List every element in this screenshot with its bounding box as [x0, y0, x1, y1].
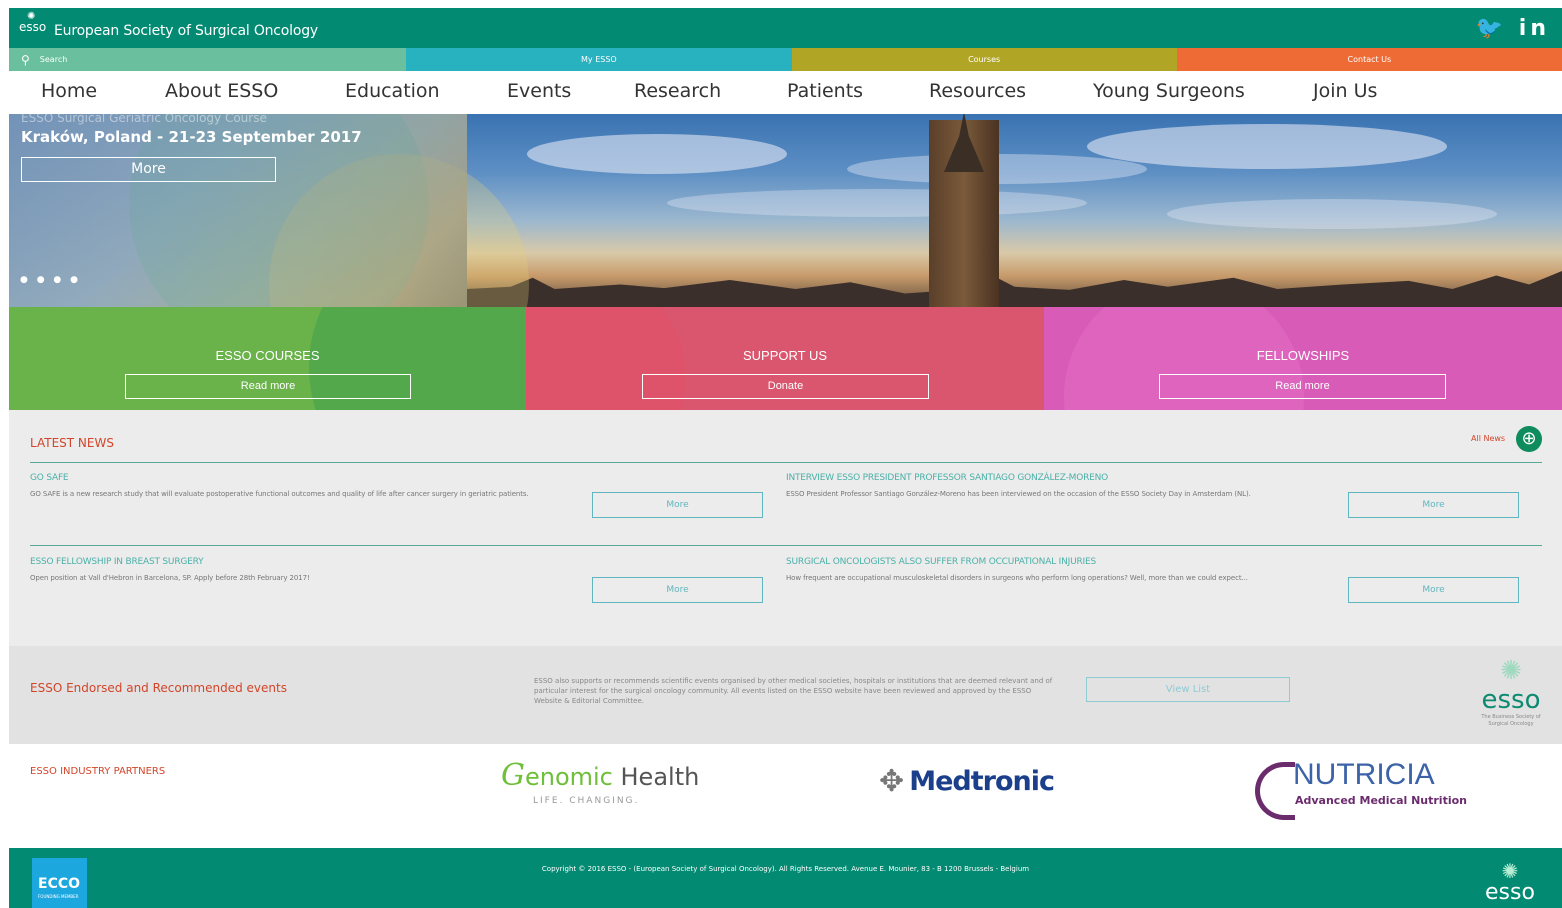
globe-icon[interactable]: ⊕ — [1516, 426, 1542, 452]
latest-news: LATEST NEWS All News ⊕ GO SAFE GO SAFE i… — [9, 410, 1562, 646]
genomic-tagline: LIFE. CHANGING. — [533, 796, 640, 806]
nutricia-c-icon — [1255, 762, 1295, 820]
news-more-button[interactable]: More — [1348, 492, 1519, 518]
endorsed-events: ESSO Endorsed and Recommended events ESS… — [9, 646, 1562, 744]
nav-about[interactable]: About ESSO — [165, 80, 278, 102]
nav-home[interactable]: Home — [41, 80, 97, 102]
courses-link[interactable]: Courses — [791, 48, 1177, 71]
main-nav: Home About ESSO Education Events Researc… — [9, 71, 1562, 114]
utility-bar: ⚲ Search My ESSO Courses Contact Us — [9, 48, 1562, 71]
news-title[interactable]: ESSO FELLOWSHIP IN BREAST SURGERY — [30, 557, 570, 567]
promo-row: ESSO COURSES Read more SUPPORT US Donate… — [9, 307, 1562, 410]
events-description: ESSO also supports or recommends scienti… — [534, 677, 1053, 705]
fellowships-read-more-button[interactable]: Read more — [1159, 374, 1446, 399]
courses-read-more-button[interactable]: Read more — [125, 374, 411, 399]
genomic-health-logo[interactable]: Genomic Health LIFE. CHANGING. — [501, 758, 700, 806]
industry-partners: ESSO INDUSTRY PARTNERS Genomic Health LI… — [9, 744, 1562, 848]
news-item: ESSO FELLOWSHIP IN BREAST SURGERY Open p… — [30, 557, 570, 583]
medtronic-logo[interactable]: ✥ Medtronic — [879, 764, 1055, 799]
news-title[interactable]: GO SAFE — [30, 473, 570, 483]
nav-research[interactable]: Research — [634, 80, 721, 102]
nav-young-surgeons[interactable]: Young Surgeons — [1093, 80, 1245, 102]
promo-support-title: SUPPORT US — [742, 348, 828, 363]
promo-courses: ESSO COURSES Read more — [9, 307, 526, 410]
esso-logo-tagline: The Business Society of Surgical Oncolog… — [1481, 714, 1541, 727]
hero-caption-panel: ESSO Surgical Geriatric Oncology Course … — [9, 114, 529, 307]
genomic-mark: G — [501, 758, 525, 793]
news-item: GO SAFE GO SAFE is a new research study … — [30, 473, 570, 499]
top-header: ✺ esso European Society of Surgical Onco… — [9, 8, 1562, 48]
nutricia-name: NUTRICIA — [1293, 758, 1435, 791]
news-text: Open position at Vall d'Hebron in Barcel… — [30, 574, 310, 582]
medtronic-name: Medtronic — [909, 766, 1055, 797]
page: ✺ esso European Society of Surgical Onco… — [9, 8, 1562, 908]
hero-image — [467, 114, 1562, 307]
hero-title: Kraków, Poland - 21-23 September 2017 — [21, 128, 362, 146]
esso-logo-large: ✺ esso The Business Society of Surgical … — [1471, 656, 1551, 741]
esso-footer-word: esso — [1485, 880, 1535, 905]
divider — [30, 462, 1542, 463]
ecco-word: ECCO — [38, 876, 81, 892]
nav-events[interactable]: Events — [507, 80, 571, 102]
news-title[interactable]: SURGICAL ONCOLOGISTS ALSO SUFFER FROM OC… — [786, 557, 1326, 567]
news-item: SURGICAL ONCOLOGISTS ALSO SUFFER FROM OC… — [786, 557, 1326, 583]
news-text: How frequent are occupational musculoske… — [786, 574, 1248, 582]
view-list-button[interactable]: View List — [1086, 677, 1290, 702]
events-heading: ESSO Endorsed and Recommended events — [30, 681, 287, 695]
twitter-icon[interactable]: 🐦 — [1476, 16, 1507, 41]
news-text: GO SAFE is a new research study that wil… — [30, 490, 529, 498]
genomic-name: enomic — [524, 763, 613, 791]
promo-fellowships: FELLOWSHIPS Read more — [1044, 307, 1562, 410]
news-more-button[interactable]: More — [592, 577, 763, 603]
slider-dots[interactable]: ● ● ● ● — [20, 275, 81, 285]
news-item: INTERVIEW ESSO PRESIDENT PROFESSOR SANTI… — [786, 473, 1326, 499]
esso-logo[interactable]: ✺ esso — [19, 12, 47, 34]
nav-education[interactable]: Education — [345, 80, 440, 102]
esso-logo-word: esso — [1481, 685, 1541, 715]
promo-courses-title: ESSO COURSES — [215, 348, 320, 363]
site-title[interactable]: European Society of Surgical Oncology — [54, 23, 318, 39]
social-links: 🐦 in — [1476, 16, 1550, 41]
partners-heading: ESSO INDUSTRY PARTNERS — [30, 766, 166, 777]
search-bar[interactable]: ⚲ Search — [9, 48, 407, 71]
contact-link[interactable]: Contact Us — [1176, 48, 1562, 71]
footer: ECCO FOUNDING MEMBER Copyright © 2016 ES… — [9, 848, 1562, 908]
esso-footer-logo[interactable]: ✺ esso — [1485, 860, 1535, 904]
all-news-link[interactable]: All News — [1471, 434, 1505, 443]
search-icon: ⚲ — [21, 52, 30, 67]
promo-fellowships-title: FELLOWSHIPS — [1256, 348, 1350, 363]
hero-more-button[interactable]: More — [21, 157, 276, 182]
nav-resources[interactable]: Resources — [929, 80, 1026, 102]
news-title[interactable]: INTERVIEW ESSO PRESIDENT PROFESSOR SANTI… — [786, 473, 1326, 483]
nav-join-us[interactable]: Join Us — [1313, 80, 1377, 102]
sun-icon: ✺ — [1501, 859, 1519, 883]
news-text: ESSO President Professor Santiago Gonzál… — [786, 490, 1251, 498]
linkedin-icon[interactable]: in — [1519, 16, 1550, 41]
promo-support: SUPPORT US Donate — [526, 307, 1044, 410]
nutricia-subtitle: Advanced Medical Nutrition — [1295, 794, 1467, 807]
copyright-text: Copyright © 2016 ESSO - (European Societ… — [541, 865, 1030, 873]
hero-subtitle: ESSO Surgical Geriatric Oncology Course — [21, 114, 267, 125]
news-more-button[interactable]: More — [1348, 577, 1519, 603]
news-more-button[interactable]: More — [592, 492, 763, 518]
divider — [30, 545, 1542, 546]
ecco-subtitle: FOUNDING MEMBER — [38, 894, 79, 899]
donate-button[interactable]: Donate — [642, 374, 929, 399]
logo-text: esso — [19, 20, 47, 34]
nav-patients[interactable]: Patients — [787, 80, 863, 102]
news-heading: LATEST NEWS — [30, 436, 114, 450]
my-esso-link[interactable]: My ESSO — [406, 48, 792, 71]
search-label: Search — [39, 55, 68, 64]
medtronic-icon: ✥ — [879, 764, 905, 799]
sun-icon: ✺ — [1500, 656, 1522, 686]
health-name: Health — [612, 763, 700, 791]
hero-slider: ESSO Surgical Geriatric Oncology Course … — [9, 114, 1562, 307]
